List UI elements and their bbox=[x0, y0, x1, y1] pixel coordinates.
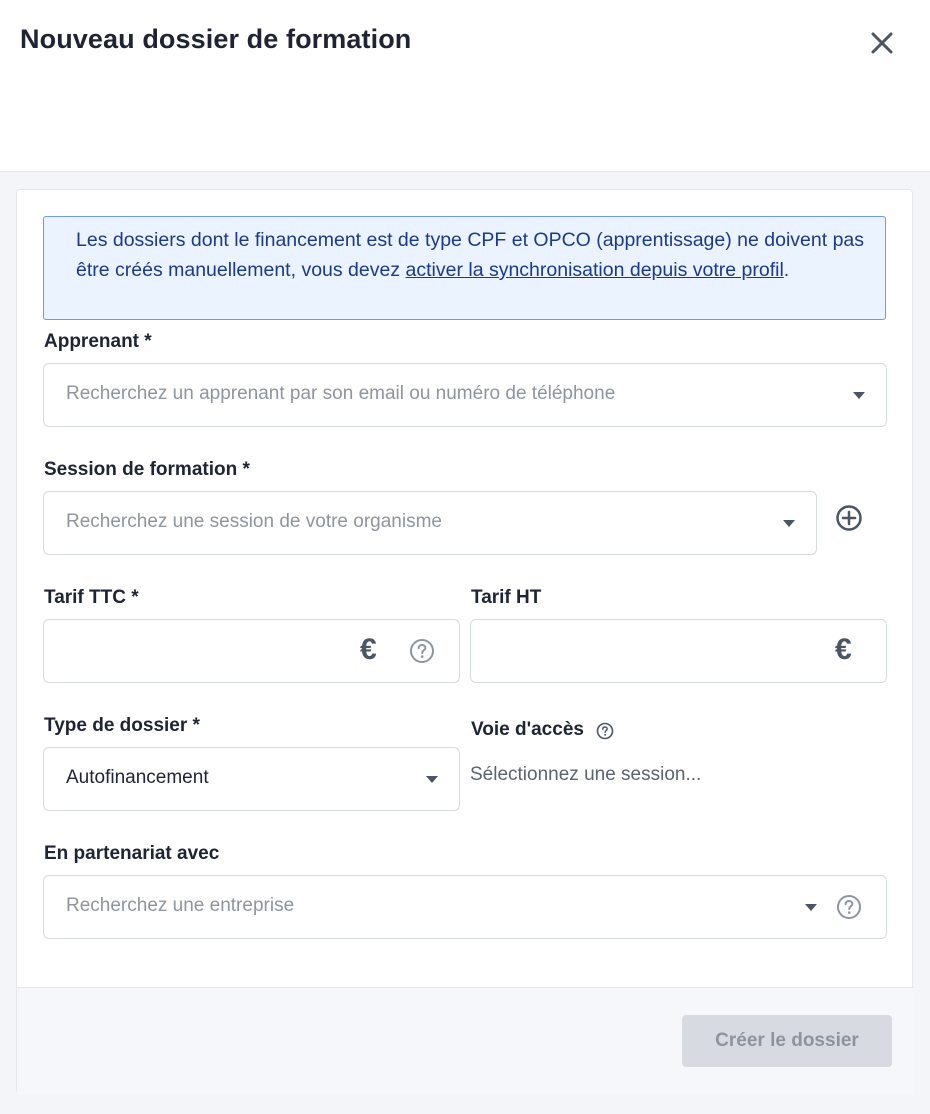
chevron-down-icon bbox=[426, 776, 438, 783]
session-select[interactable]: Recherchez une session de votre organism… bbox=[43, 491, 817, 555]
type-dossier-select[interactable]: Autofinancement bbox=[43, 747, 460, 811]
help-icon[interactable] bbox=[596, 722, 614, 745]
tarif-ttc-label: Tarif TTC * bbox=[44, 587, 139, 608]
card-footer: Créer le dossier bbox=[17, 987, 914, 1095]
help-icon[interactable] bbox=[409, 638, 435, 669]
plus-circle-icon bbox=[836, 505, 862, 531]
partenariat-select[interactable]: Recherchez une entreprise bbox=[43, 875, 887, 939]
tarif-ttc-input[interactable]: € bbox=[43, 619, 460, 683]
close-icon bbox=[871, 32, 893, 54]
voie-acces-hint: Sélectionnez une session... bbox=[470, 764, 702, 785]
partenariat-label: En partenariat avec bbox=[44, 843, 220, 864]
info-alert: Les dossiers dont le financement est de … bbox=[43, 216, 886, 320]
apprenant-select[interactable]: Recherchez un apprenant par son email ou… bbox=[43, 363, 887, 427]
apprenant-label: Apprenant * bbox=[44, 331, 152, 352]
apprenant-placeholder: Recherchez un apprenant par son email ou… bbox=[66, 383, 616, 404]
alert-text-end: . bbox=[783, 259, 790, 281]
create-dossier-button[interactable]: Créer le dossier bbox=[682, 1015, 892, 1067]
chevron-down-icon bbox=[783, 520, 795, 527]
activate-sync-link[interactable]: activer la synchronisation depuis votre … bbox=[406, 259, 784, 281]
modal-header: Nouveau dossier de formation bbox=[0, 0, 930, 172]
voie-acces-label: Voie d'accès bbox=[471, 719, 584, 740]
euro-icon: € bbox=[360, 633, 377, 666]
session-placeholder: Recherchez une session de votre organism… bbox=[66, 511, 442, 532]
partenariat-placeholder: Recherchez une entreprise bbox=[66, 895, 295, 916]
close-button[interactable] bbox=[866, 27, 898, 59]
tarif-ht-label: Tarif HT bbox=[471, 587, 542, 608]
session-label: Session de formation * bbox=[44, 459, 250, 480]
form-card: Les dossiers dont le financement est de … bbox=[16, 189, 914, 1095]
euro-icon: € bbox=[835, 633, 852, 666]
type-dossier-value: Autofinancement bbox=[66, 767, 209, 788]
tarif-ht-input[interactable]: € bbox=[470, 619, 887, 683]
chevron-down-icon bbox=[853, 392, 865, 399]
add-session-button[interactable] bbox=[835, 504, 863, 532]
help-icon[interactable] bbox=[836, 894, 862, 925]
chevron-down-icon bbox=[805, 904, 817, 911]
modal-title: Nouveau dossier de formation bbox=[20, 24, 412, 54]
type-dossier-label: Type de dossier * bbox=[44, 715, 200, 736]
